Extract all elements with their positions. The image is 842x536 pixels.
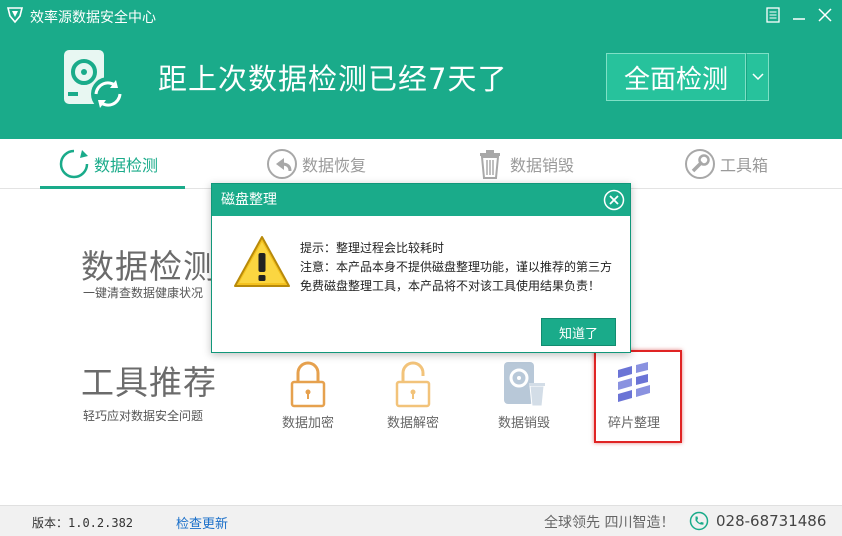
lock-icon: [290, 361, 326, 408]
tab-bar: 数据检测 数据恢复 数据销毁 工具箱: [0, 139, 842, 189]
full-scan-button[interactable]: 全面检测: [606, 53, 746, 101]
dialog-notice: 注意：本产品本身不提供磁盘整理功能，谨以推荐的第三方免费磁盘整理工具，本产品将不…: [300, 260, 613, 293]
tab-data-destroy[interactable]: 数据销毁: [474, 139, 574, 189]
version-label: 版本：1.0.2.382: [32, 516, 134, 530]
scan-dropdown[interactable]: [746, 53, 769, 101]
tab-data-recover[interactable]: 数据恢复: [266, 139, 366, 189]
disk-refresh-icon: [64, 50, 125, 111]
disk-trash-icon: [504, 362, 545, 407]
tab-label: 数据检测: [94, 156, 159, 175]
dialog-hint: 提示：整理过程会比较耗时: [300, 241, 445, 255]
tool-label: 数据加密: [281, 416, 334, 431]
minimize-icon[interactable]: [788, 4, 810, 26]
hero-message: 距上次数据检测已经7天了: [158, 62, 508, 96]
status-bar: 版本：1.0.2.382 检查更新 全球领先 四川智造！ 028-6873148…: [0, 505, 842, 536]
slogan-text: 全球领先 四川智造！: [544, 515, 675, 531]
shield-logo-icon: [6, 7, 24, 24]
menu-icon[interactable]: [762, 4, 784, 26]
tab-data-detect[interactable]: 数据检测: [58, 139, 158, 189]
dialog-header: 磁盘整理: [212, 184, 630, 216]
tool-label: 数据解密: [386, 416, 439, 431]
phone-number: 028-68731486: [716, 512, 827, 530]
chevron-down-icon: [751, 73, 764, 81]
disk-defrag-dialog: 磁盘整理 提示：整理过程会比较耗时 注意：本产品本身不提供磁盘整理功能，谨以推荐…: [211, 183, 631, 353]
tools-subtitle: 轻巧应对数据安全问题: [83, 409, 204, 423]
tab-label: 工具箱: [720, 156, 769, 175]
dialog-message: 提示：整理过程会比较耗时 注意：本产品本身不提供磁盘整理功能，谨以推荐的第三方免…: [300, 239, 618, 296]
header-banner: 效率源数据安全中心 距上次数据检测已经7天了 全面检测: [0, 0, 842, 139]
warning-icon: [234, 236, 290, 287]
detect-subtitle: 一键清查数据健康状况: [83, 286, 204, 300]
tool-label: 数据销毁: [497, 416, 550, 431]
dialog-title: 磁盘整理: [221, 192, 277, 208]
defrag-highlight-box: [594, 350, 682, 443]
phone-icon: [689, 511, 709, 531]
back-arrow-icon: [267, 149, 297, 179]
tool-destroy[interactable]: 数据销毁: [484, 360, 564, 432]
window-title: 效率源数据安全中心: [30, 10, 156, 26]
check-update-link[interactable]: 检查更新: [176, 513, 228, 532]
detect-title: 数据检测: [81, 247, 217, 286]
tool-encrypt[interactable]: 数据加密: [268, 360, 348, 432]
tab-label: 数据销毁: [510, 156, 575, 175]
close-icon[interactable]: [603, 189, 625, 211]
close-icon[interactable]: [814, 4, 836, 26]
tools-title: 工具推荐: [81, 363, 217, 402]
tool-decrypt[interactable]: 数据解密: [373, 360, 453, 432]
refresh-icon: [59, 149, 89, 179]
tab-label: 数据恢复: [302, 156, 367, 175]
unlock-icon: [395, 361, 431, 408]
trash-icon: [480, 150, 500, 179]
tab-toolbox[interactable]: 工具箱: [684, 139, 768, 189]
ok-button[interactable]: 知道了: [541, 318, 616, 346]
wrench-icon: [685, 149, 715, 179]
active-tab-indicator: [40, 186, 185, 189]
